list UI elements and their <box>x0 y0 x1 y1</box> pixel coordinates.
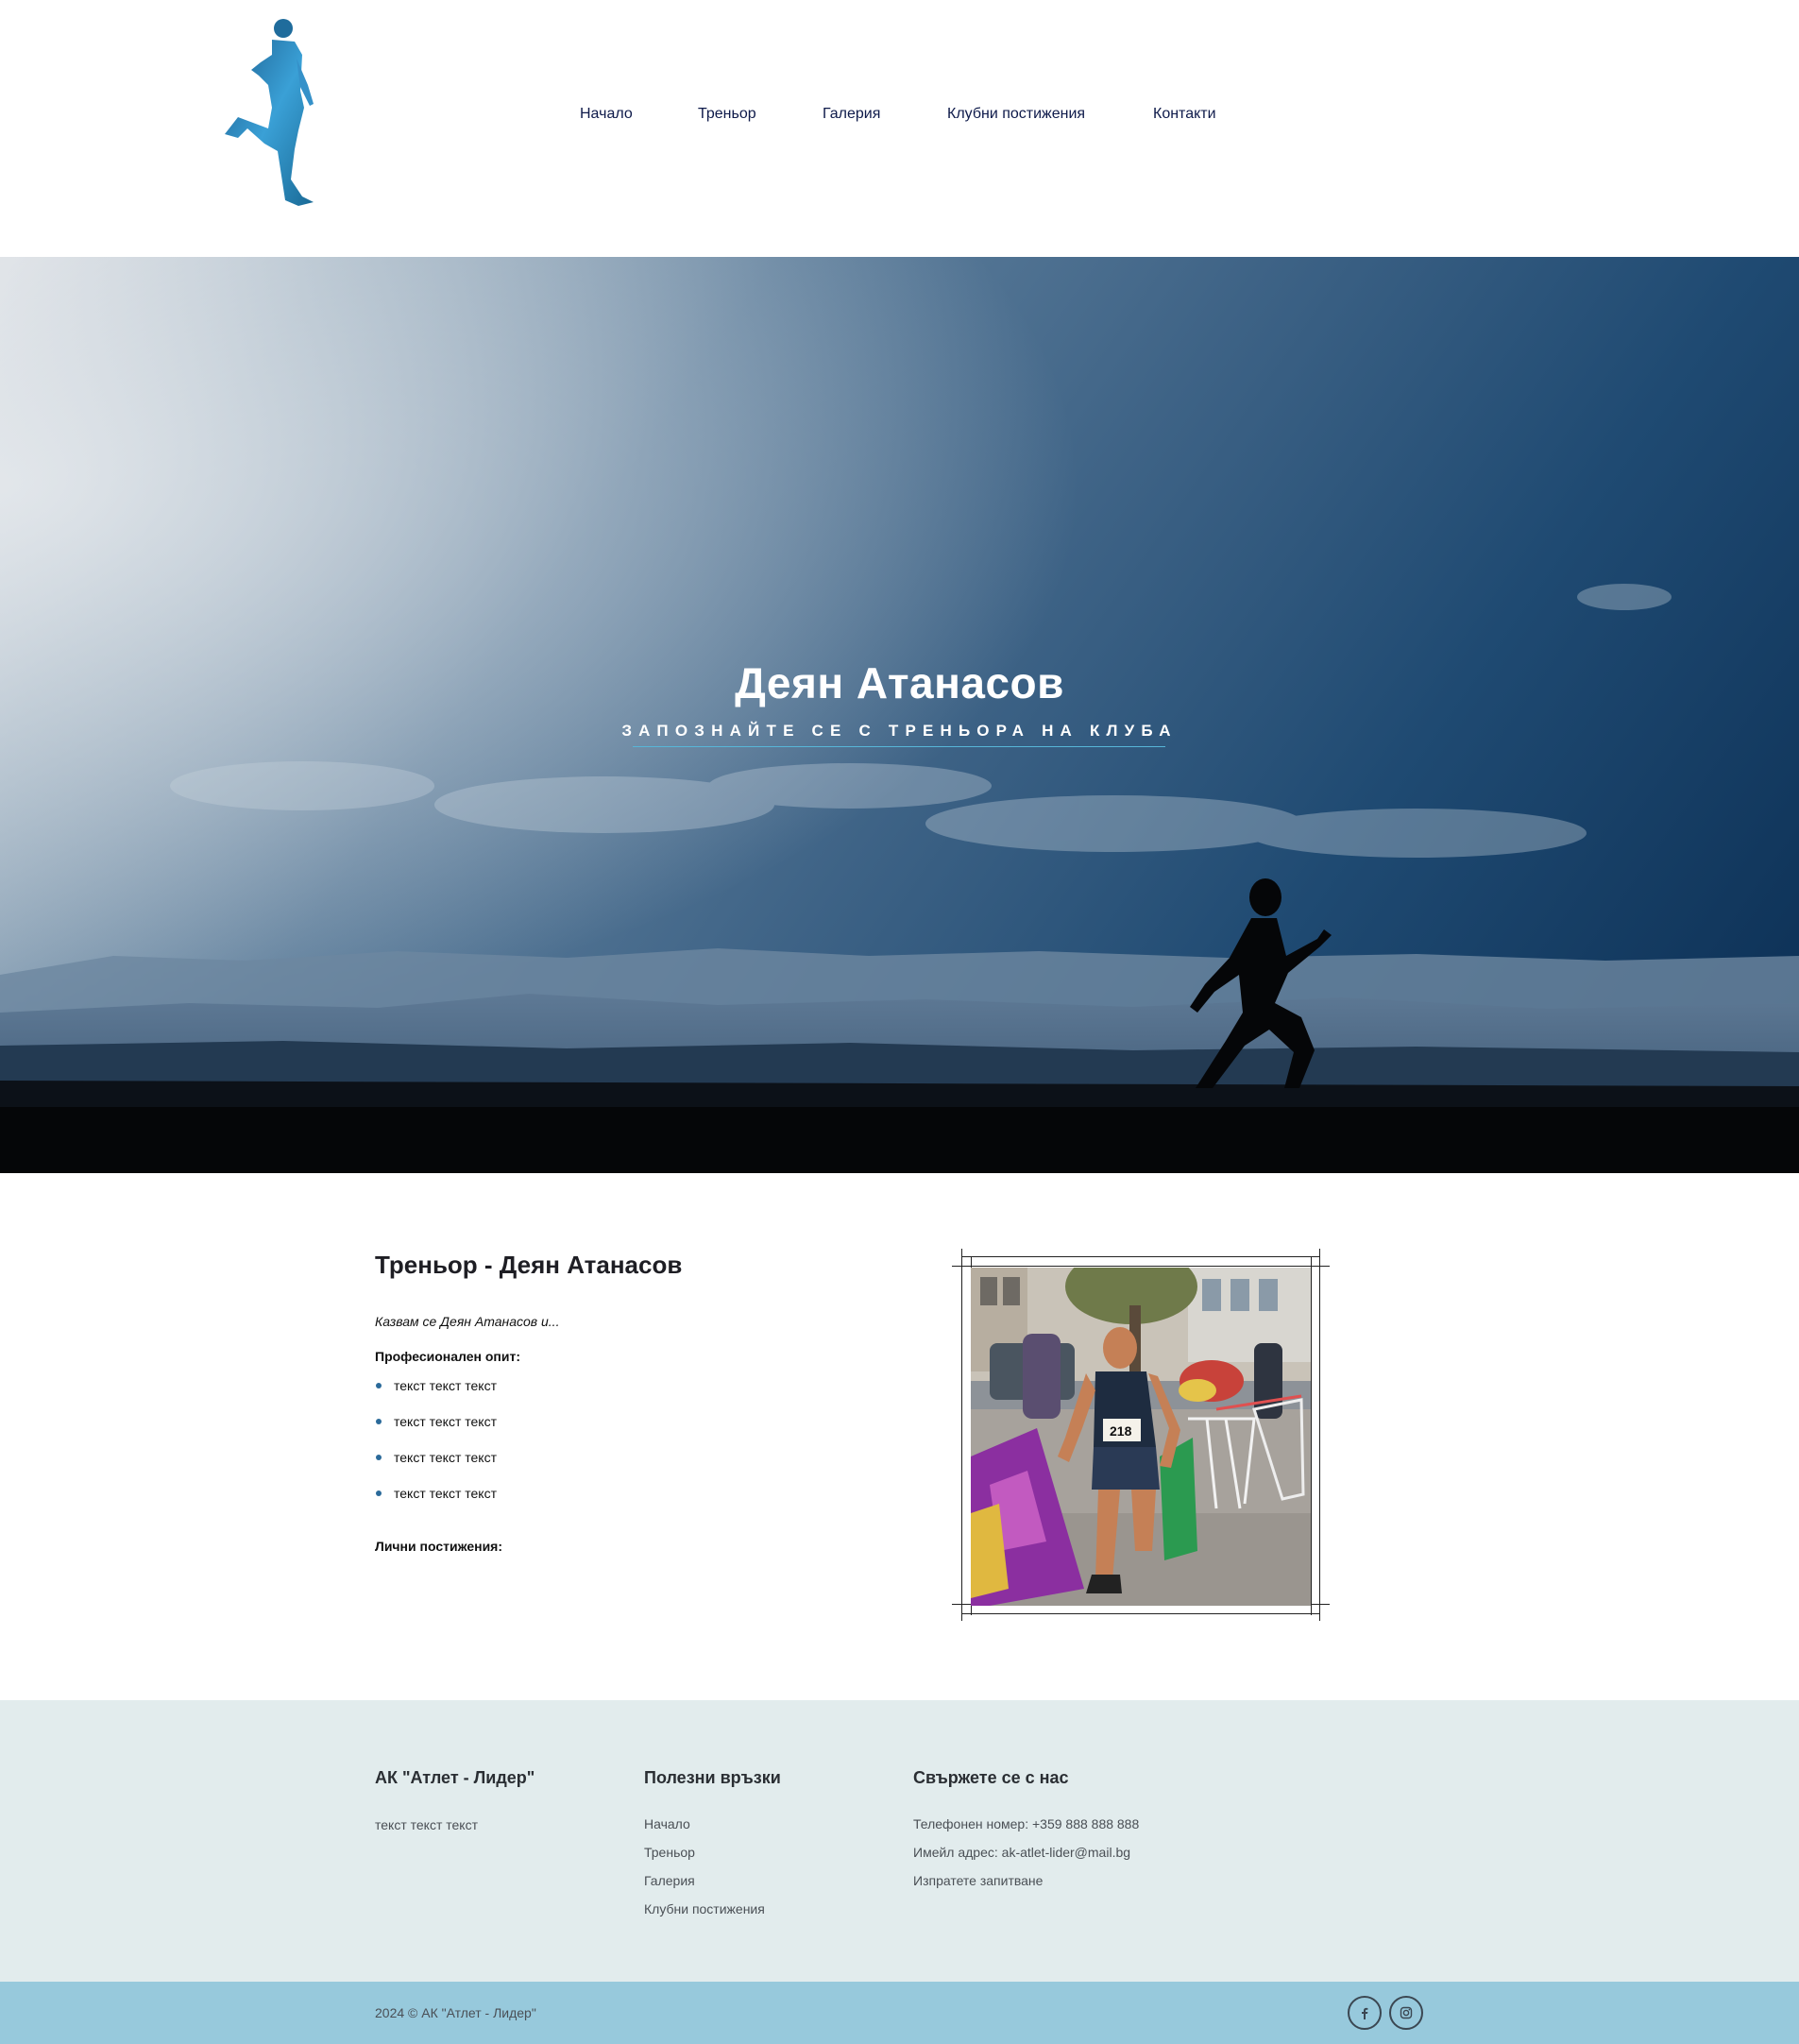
coach-intro: Казвам се Деян Атанасов и... <box>375 1314 560 1329</box>
bullet-icon <box>376 1419 382 1424</box>
footer-email: Имейл адрес: ak-atlet-lider@mail.bg <box>913 1845 1131 1860</box>
copyright-text: 2024 © АК "Атлет - Лидер" <box>375 2005 536 2020</box>
hero-title: Деян Атанасов <box>735 658 1064 707</box>
bullet-icon <box>376 1383 382 1388</box>
nav-item-contacts[interactable]: Контакти <box>1153 106 1216 123</box>
footer-link-home[interactable]: Начало <box>644 1816 690 1831</box>
footer-link-club-achievements[interactable]: Клубни постижения <box>644 1901 765 1916</box>
list-item-text: текст текст текст <box>394 1414 497 1429</box>
footer-club-text: текст текст текст <box>375 1817 478 1832</box>
hero-subtitle: ЗАПОЗНАЙТЕ СЕ С ТРЕНЬОРА НА КЛУБА <box>621 722 1178 740</box>
list-item-text: текст текст текст <box>394 1450 497 1465</box>
list-item: текст текст текст <box>375 1449 497 1485</box>
hero-underline <box>633 746 1165 747</box>
list-item: текст текст текст <box>375 1413 497 1449</box>
footer-inquiry-link[interactable]: Изпратете запитване <box>913 1873 1043 1888</box>
bib-number: 218 <box>1110 1423 1132 1439</box>
nav-item-home[interactable]: Начало <box>580 106 633 123</box>
nav-item-club-achievements[interactable]: Клубни постижения <box>947 106 1085 123</box>
footer-contact-title: Свържете се с нас <box>913 1768 1069 1787</box>
facebook-icon <box>1362 2007 1368 2019</box>
nav-item-gallery[interactable]: Галерия <box>823 106 880 123</box>
bottom-bar: 2024 © АК "Атлет - Лидер" <box>0 1982 1799 2044</box>
site-header: Начало Треньор Галерия Клубни постижения… <box>0 0 1799 257</box>
hero-banner: Деян Атанасов ЗАПОЗНАЙТЕ СЕ С ТРЕНЬОРА Н… <box>0 257 1799 1173</box>
footer-link-coach[interactable]: Треньор <box>644 1845 695 1860</box>
list-item: текст текст текст <box>375 1377 497 1413</box>
main-nav: Начало Треньор Галерия Клубни постижения… <box>0 104 1799 127</box>
footer-links-title: Полезни връзки <box>644 1768 781 1787</box>
instagram-icon <box>1400 2006 1413 2019</box>
facebook-button[interactable] <box>1348 1996 1382 2030</box>
hero-background-image <box>0 257 1799 1173</box>
list-item: текст текст текст <box>375 1485 497 1521</box>
nav-item-coach[interactable]: Треньор <box>698 106 756 123</box>
achievements-label: Лични постижения: <box>375 1539 503 1554</box>
experience-list: текст текст текст текст текст текст текс… <box>375 1377 497 1521</box>
bullet-icon <box>376 1490 382 1496</box>
coach-photo: 218 <box>971 1268 1311 1606</box>
footer-link-gallery[interactable]: Галерия <box>644 1873 695 1888</box>
list-item-text: текст текст текст <box>394 1378 497 1393</box>
list-item-text: текст текст текст <box>394 1486 497 1501</box>
bullet-icon <box>376 1455 382 1460</box>
coach-heading: Треньор - Деян Атанасов <box>375 1251 683 1279</box>
instagram-button[interactable] <box>1389 1996 1423 2030</box>
site-footer: АК "Атлет - Лидер" текст текст текст Пол… <box>0 1700 1799 1982</box>
footer-phone: Телефонен номер: +359 888 888 888 <box>913 1816 1140 1831</box>
experience-label: Професионален опит: <box>375 1349 520 1364</box>
footer-club-title: АК "Атлет - Лидер" <box>375 1768 535 1787</box>
